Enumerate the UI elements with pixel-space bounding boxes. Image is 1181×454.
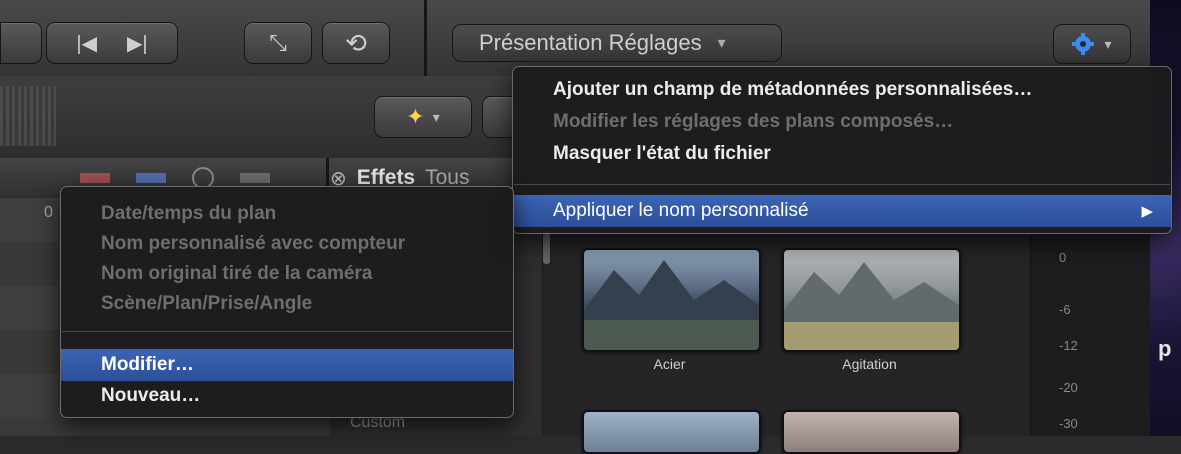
meter-tick-label: 0 (1059, 250, 1067, 265)
column-fragment: 0 (44, 204, 53, 221)
submenu-item-original-camera-name: Nom original tiré de la caméra (101, 263, 373, 284)
effect-thumbnail[interactable] (782, 410, 961, 454)
meter-tick-label: -30 (1059, 416, 1078, 431)
action-menu-button[interactable]: ▾ (1053, 24, 1131, 64)
loop-button[interactable]: ⟲ (322, 22, 390, 64)
audio-tool-icon[interactable] (80, 173, 110, 183)
menu-separator (514, 184, 1170, 185)
effect-thumbnail[interactable] (582, 410, 761, 454)
meter-tick-label: -6 (1059, 302, 1071, 317)
background-text-fragment: p (1158, 336, 1172, 361)
playback-nav-group: |◀ ▶| (46, 22, 178, 64)
menu-item-hide-file-status[interactable]: Masquer l'état du fichier (513, 139, 1171, 169)
scrollbar[interactable] (543, 230, 550, 264)
mountain-image (784, 262, 959, 350)
fullscreen-icon: ⤡ (269, 30, 287, 55)
submenu-item-clip-date-time: Date/temps du plan (101, 203, 277, 224)
action-menu: Ajouter un champ de métadonnées personna… (512, 66, 1172, 234)
toolbar-divider (424, 0, 427, 76)
magic-wand-icon: ✦ (406, 104, 425, 129)
menu-item-apply-custom-name[interactable]: Appliquer le nom personnalisé ▶ (513, 195, 1171, 227)
effect-label: Acier (653, 356, 686, 372)
submenu-arrow-icon: ▶ (1141, 203, 1153, 220)
menu-item-label: Appliquer le nom personnalisé (553, 200, 809, 221)
meter-tick-label: -20 (1059, 380, 1078, 395)
presentation-settings-label: Présentation Réglages (479, 30, 702, 55)
effect-thumbnail-agitation[interactable] (782, 248, 961, 352)
track-tool-icon[interactable] (240, 173, 270, 183)
partial-toolbar-button[interactable] (0, 22, 42, 64)
audio-tool-icon-2[interactable] (136, 173, 166, 183)
loop-icon: ⟲ (345, 27, 367, 58)
menu-separator (62, 331, 512, 332)
presentation-settings-button[interactable]: Présentation Réglages ▾ (452, 24, 782, 62)
submenu-item-new[interactable]: Nouveau… (61, 381, 513, 411)
chevron-down-icon: ▾ (432, 108, 440, 125)
menu-item-compound-clip-settings: Modifier les réglages des plans composés… (553, 111, 954, 132)
submenu-item-scene-shot-take-angle: Scène/Plan/Prise/Angle (101, 293, 313, 314)
effect-label: Agitation (842, 356, 897, 372)
enhance-button[interactable]: ✦ ▾ (374, 96, 472, 138)
meter-tick-label: -12 (1059, 338, 1078, 353)
mountain-image (584, 260, 759, 350)
submenu-item-edit[interactable]: Modifier… (61, 349, 513, 381)
submenu-item-custom-name-counter: Nom personnalisé avec compteur (101, 233, 406, 254)
audio-meter-strip (0, 86, 56, 146)
gear-icon (1072, 33, 1095, 55)
chevron-down-icon: ▾ (717, 35, 726, 52)
previous-frame-button[interactable]: |◀ (76, 31, 97, 56)
next-frame-button[interactable]: ▶| (127, 31, 148, 56)
menu-item-add-custom-metadata[interactable]: Ajouter un champ de métadonnées personna… (513, 75, 1171, 105)
effect-thumbnail-acier[interactable] (582, 248, 761, 352)
fullscreen-button[interactable]: ⤡ (244, 22, 312, 64)
custom-name-submenu: Date/temps du plan Nom personnalisé avec… (60, 186, 514, 418)
chevron-down-icon: ▾ (1104, 35, 1112, 52)
